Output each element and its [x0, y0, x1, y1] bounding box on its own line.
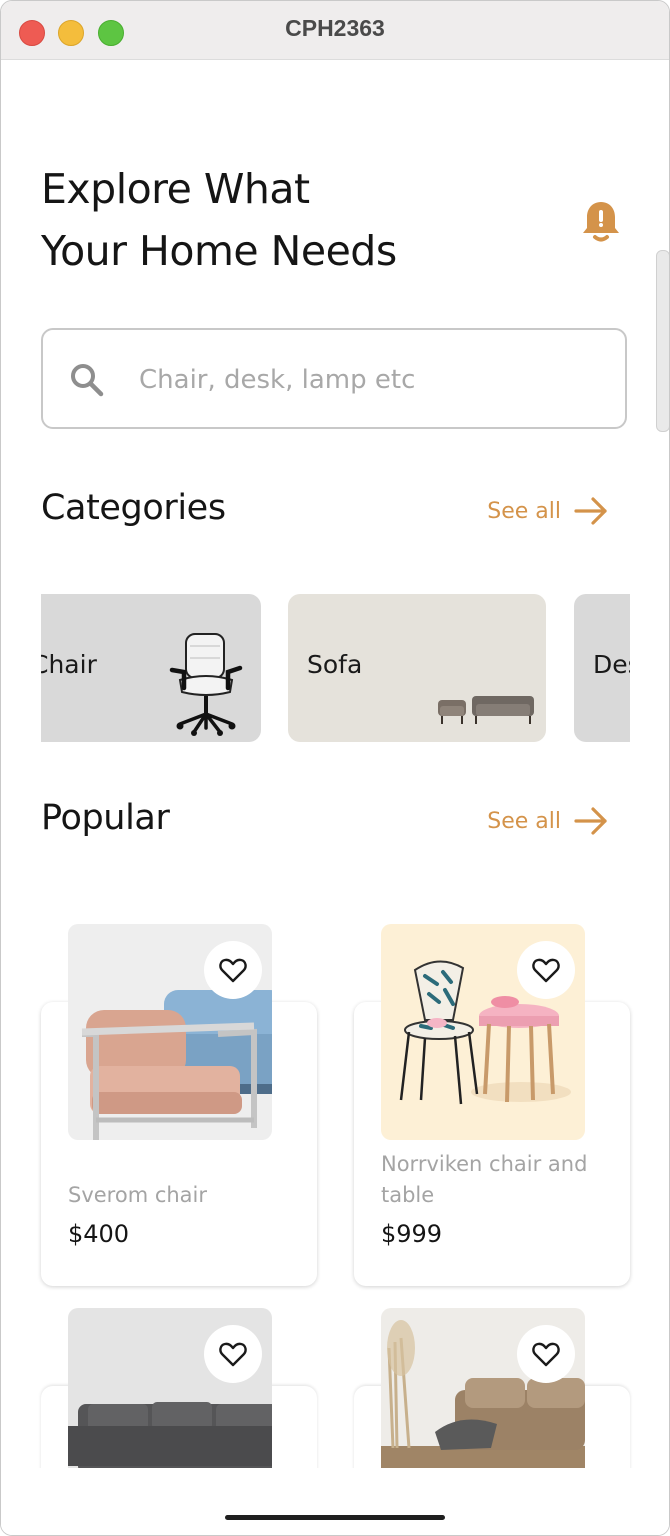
page-title: Explore What Your Home Needs	[41, 158, 397, 282]
favorite-button[interactable]	[204, 941, 262, 999]
favorite-button[interactable]	[517, 1325, 575, 1383]
category-card-chair[interactable]: Chair	[41, 594, 261, 742]
product-price: $400	[68, 1220, 130, 1248]
categories-carousel[interactable]: Chair Sofa	[41, 594, 630, 742]
heart-icon	[532, 958, 560, 983]
sofa-image	[438, 696, 534, 724]
category-card-desk[interactable]: Desk	[574, 594, 630, 742]
title-bar: CPH2363	[1, 1, 669, 60]
category-label-desk: Desk	[593, 650, 630, 679]
bell-icon[interactable]	[579, 198, 623, 246]
arrow-right-icon	[574, 807, 607, 835]
page-title-line-1: Explore What	[41, 165, 310, 213]
favorite-button[interactable]	[517, 941, 575, 999]
search-icon	[71, 364, 104, 397]
search-input[interactable]	[137, 354, 601, 406]
popular-see-all-label: See all	[487, 808, 561, 834]
favorite-button[interactable]	[204, 1325, 262, 1383]
main-screen: Explore What Your Home Needs Categories …	[1, 60, 669, 1535]
product-name: Sverom chair	[68, 1183, 208, 1207]
categories-see-all-label: See all	[487, 498, 561, 524]
product-price: $999	[381, 1220, 443, 1248]
home-indicator[interactable]	[225, 1515, 445, 1520]
office-chair-image	[169, 633, 243, 736]
categories-title: Categories	[41, 488, 226, 528]
popular-title: Popular	[41, 798, 170, 838]
window-title: CPH2363	[285, 15, 385, 41]
app-window: CPH2363 Explore What Your Home Needs Cat…	[0, 0, 670, 1536]
heart-icon	[532, 1342, 560, 1367]
scrollbar[interactable]	[656, 250, 669, 432]
list-clip-mask	[1, 1468, 669, 1535]
heart-icon	[219, 958, 247, 983]
popular-see-all-link[interactable]: See all	[487, 806, 609, 836]
search-bar[interactable]	[41, 328, 627, 429]
category-label-sofa: Sofa	[307, 650, 363, 679]
category-card-sofa[interactable]: Sofa	[288, 594, 546, 742]
categories-see-all-link[interactable]: See all	[487, 496, 609, 526]
heart-icon	[219, 1342, 247, 1367]
arrow-right-icon	[574, 497, 607, 525]
category-label-chair: Chair	[41, 650, 97, 679]
page-title-line-2: Your Home Needs	[41, 227, 397, 275]
product-name: Norrviken chair and table	[381, 1152, 588, 1207]
